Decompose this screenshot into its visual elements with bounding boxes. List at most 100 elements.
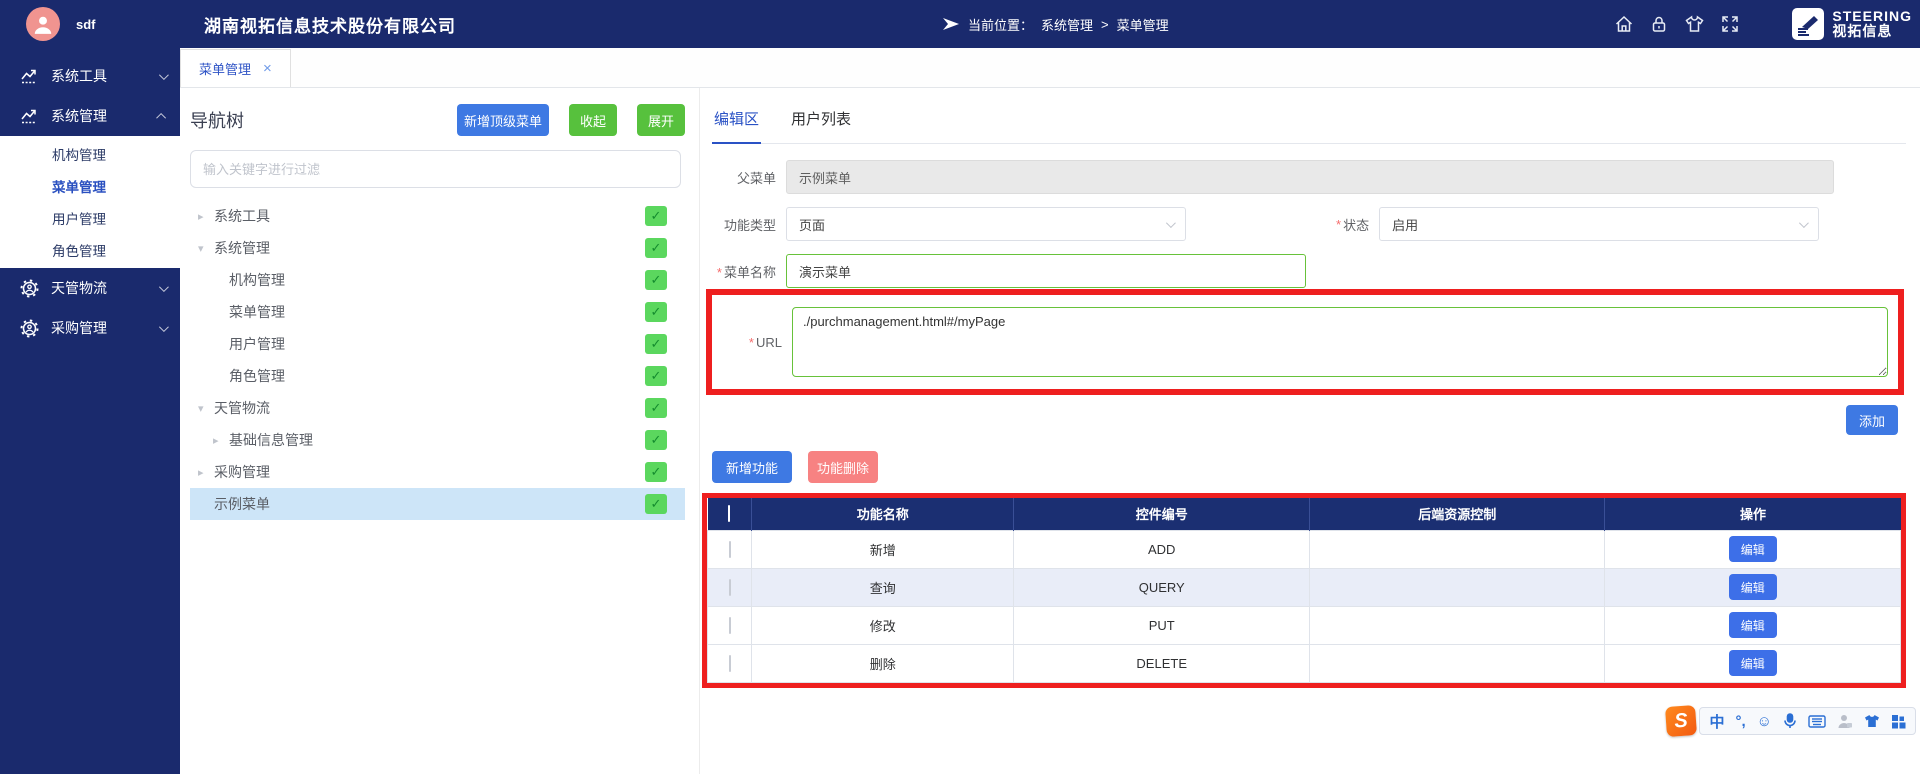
sidebar-item-system-tools[interactable]: 系统工具: [0, 56, 180, 96]
tree-item-menu-mgmt[interactable]: 菜单管理 ✓: [190, 296, 685, 328]
sidebar-item-system-mgmt[interactable]: 系统管理: [0, 96, 180, 136]
tree-item-system-tools[interactable]: ▸ 系统工具 ✓: [190, 200, 685, 232]
col-header-backend-resource: 后端资源控制: [1309, 498, 1605, 530]
breadcrumb-arrow-icon: [942, 17, 960, 31]
ime-punctuation[interactable]: °,: [1736, 713, 1746, 730]
check-icon[interactable]: ✓: [645, 270, 667, 290]
user-center-icon[interactable]: [1837, 714, 1853, 729]
tab-user-list[interactable]: 用户列表: [789, 96, 853, 143]
caret-icon[interactable]: ▸: [198, 210, 214, 223]
sidebar-subitem-org-mgmt[interactable]: 机构管理: [0, 138, 180, 170]
row-checkbox[interactable]: [729, 541, 731, 558]
breadcrumb-item-system[interactable]: 系统管理: [1041, 15, 1093, 34]
expand-button[interactable]: 展开: [637, 104, 685, 136]
check-icon[interactable]: ✓: [645, 366, 667, 386]
sogou-logo-icon[interactable]: S: [1665, 705, 1697, 737]
tree-item-label: 用户管理: [229, 334, 285, 354]
add-top-menu-button[interactable]: 新增顶级菜单: [457, 104, 549, 136]
row-checkbox[interactable]: [729, 655, 731, 672]
tree-item-purchase[interactable]: ▸ 采购管理 ✓: [190, 456, 685, 488]
tree-filter-input[interactable]: [190, 150, 681, 188]
table-header-row: 功能名称 控件编号 后端资源控制 操作: [708, 498, 1901, 530]
sidebar-subitem-menu-mgmt[interactable]: 菜单管理: [0, 170, 180, 202]
gear-icon: [20, 319, 39, 338]
status-label: 状态: [1343, 215, 1369, 234]
breadcrumb-item-menu[interactable]: 菜单管理: [1117, 15, 1169, 34]
parent-menu-field: [786, 160, 1834, 194]
sidebar-submenu: 机构管理 菜单管理 用户管理 角色管理: [0, 136, 180, 268]
collapse-button[interactable]: 收起: [569, 104, 617, 136]
select-all-checkbox[interactable]: [728, 505, 730, 522]
tree-item-label: 天管物流: [214, 398, 270, 418]
caret-icon[interactable]: ▾: [198, 242, 214, 255]
toolbox-grid-icon[interactable]: [1891, 714, 1906, 729]
microphone-icon[interactable]: [1783, 713, 1797, 729]
content: 导航树 新增顶级菜单 收起 展开 ▸ 系统工具 ✓: [180, 88, 1920, 774]
edit-button[interactable]: 编辑: [1729, 574, 1777, 600]
check-icon[interactable]: ✓: [645, 334, 667, 354]
subitem-label: 菜单管理: [52, 176, 106, 196]
tree-item-base-info-mgmt[interactable]: ▸ 基础信息管理 ✓: [190, 424, 685, 456]
sidebar-item-logistics[interactable]: 天管物流: [0, 268, 180, 308]
add-button[interactable]: 添加: [1846, 405, 1898, 435]
caret-icon[interactable]: ▸: [213, 434, 229, 447]
tree-item-logistics[interactable]: ▾ 天管物流 ✓: [190, 392, 685, 424]
caret-icon[interactable]: ▾: [198, 402, 214, 415]
theme-shirt-icon[interactable]: [1684, 14, 1705, 34]
function-type-label: 功能类型: [712, 215, 776, 234]
ime-mode-chinese[interactable]: 中: [1709, 711, 1724, 732]
edit-button[interactable]: 编辑: [1729, 612, 1777, 638]
delete-function-button[interactable]: 功能删除: [808, 451, 878, 483]
col-header-actions: 操作: [1605, 498, 1901, 530]
tree-item-system-mgmt[interactable]: ▾ 系统管理 ✓: [190, 232, 685, 264]
caret-icon[interactable]: ▸: [198, 466, 214, 479]
home-icon[interactable]: [1614, 14, 1634, 34]
edit-button[interactable]: 编辑: [1729, 536, 1777, 562]
keyboard-icon[interactable]: [1808, 715, 1826, 728]
close-icon[interactable]: ×: [263, 60, 272, 77]
check-icon[interactable]: ✓: [645, 494, 667, 514]
table-row: 查询 QUERY 编辑: [708, 568, 1901, 606]
tree-item-org-mgmt[interactable]: 机构管理 ✓: [190, 264, 685, 296]
emoji-icon[interactable]: ☺: [1757, 713, 1772, 730]
menu-name-field[interactable]: [786, 254, 1306, 288]
tree-item-example-menu[interactable]: 示例菜单 ✓: [190, 488, 685, 520]
url-field[interactable]: ./purchmanagement.html#/myPage: [792, 307, 1888, 377]
status-select[interactable]: 启用: [1379, 207, 1819, 241]
row-checkbox[interactable]: [729, 617, 731, 634]
sidebar-subitem-user-mgmt[interactable]: 用户管理: [0, 202, 180, 234]
breadcrumb: 当前位置： 系统管理 > 菜单管理: [942, 0, 1169, 48]
check-icon[interactable]: ✓: [645, 462, 667, 482]
status-value: 启用: [1392, 215, 1418, 234]
tree-item-role-mgmt[interactable]: 角色管理 ✓: [190, 360, 685, 392]
cell-backend-resource: [1309, 530, 1605, 568]
username: sdf: [76, 17, 96, 32]
edit-button[interactable]: 编辑: [1729, 650, 1777, 676]
check-icon[interactable]: ✓: [645, 302, 667, 322]
fullscreen-icon[interactable]: [1720, 14, 1740, 34]
add-row: 添加: [712, 405, 1898, 435]
skin-shirt-icon[interactable]: [1864, 714, 1880, 728]
check-icon[interactable]: ✓: [645, 206, 667, 226]
check-icon[interactable]: ✓: [645, 430, 667, 450]
check-icon[interactable]: ✓: [645, 238, 667, 258]
lock-icon[interactable]: [1649, 14, 1669, 34]
add-function-button[interactable]: 新增功能: [712, 451, 792, 483]
chart-icon: [20, 107, 39, 125]
tab-edit-area[interactable]: 编辑区: [712, 96, 761, 144]
form-row-name: *菜单名称: [712, 254, 1906, 288]
tree-item-user-mgmt[interactable]: 用户管理 ✓: [190, 328, 685, 360]
avatar[interactable]: [26, 7, 60, 41]
check-icon[interactable]: ✓: [645, 398, 667, 418]
sidebar-item-purchase[interactable]: 采购管理: [0, 308, 180, 348]
tree-header: 导航树 新增顶级菜单 收起 展开: [190, 98, 685, 142]
nav-tree: ▸ 系统工具 ✓ ▾ 系统管理 ✓ 机构管理 ✓: [190, 200, 685, 520]
sidebar-subitem-role-mgmt[interactable]: 角色管理: [0, 234, 180, 266]
function-type-select[interactable]: 页面: [786, 207, 1186, 241]
sidebar-item-label: 系统管理: [51, 106, 107, 126]
chevron-down-icon: [159, 282, 169, 292]
row-checkbox[interactable]: [729, 579, 731, 596]
tab-menu-mgmt[interactable]: 菜单管理 ×: [180, 49, 291, 87]
parent-menu-label: 父菜单: [712, 168, 776, 187]
header-checkbox-cell: [708, 498, 752, 530]
